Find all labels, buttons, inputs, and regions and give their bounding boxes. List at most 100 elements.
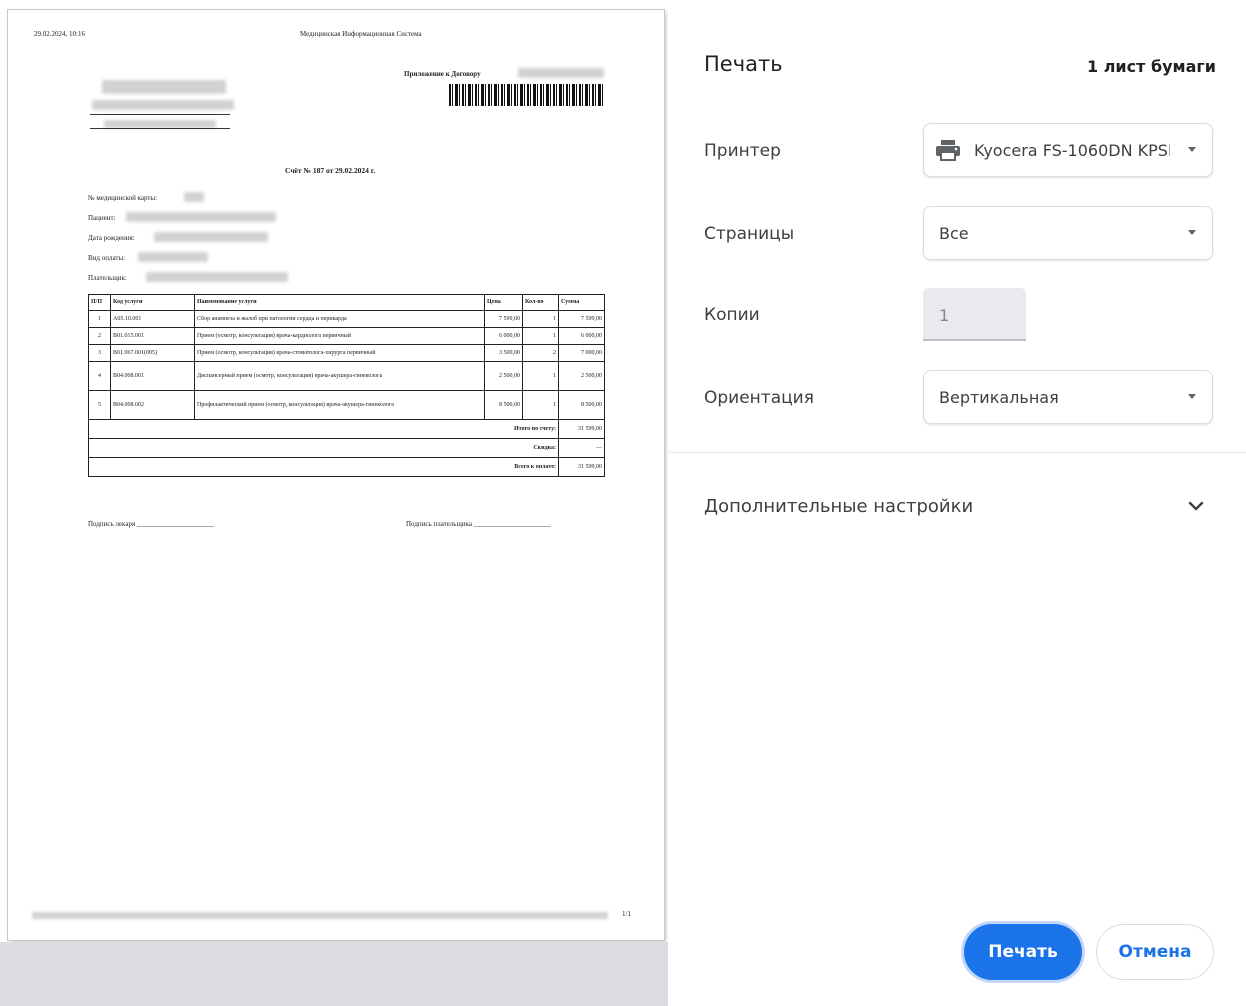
column-header: Код услуги (110, 294, 195, 311)
service-code: B04.008.002 (110, 390, 195, 420)
barcode-image (449, 84, 605, 106)
printer-label: Принтер (704, 141, 781, 161)
table-row: 4 B04.008.001 Диспансерный прием (осмотр… (88, 361, 605, 391)
printer-icon (934, 138, 962, 162)
total-label: Итого по счету: (88, 419, 559, 439)
service-quantity: 1 (522, 310, 559, 328)
orientation-select[interactable]: Вертикальная (923, 370, 1213, 424)
payable-value: 31 599,00 (558, 457, 605, 477)
orientation-value: Вертикальная (939, 387, 1059, 407)
page-header-system: Медицинская Информационная Система (300, 30, 422, 38)
discount-value: — (558, 438, 605, 458)
medical-card-label: № медицинской карты: (88, 194, 158, 202)
preview-page: 29.02.2024, 10:16 Медицинская Информацио… (8, 10, 664, 940)
service-price: 6 000,00 (484, 327, 523, 345)
doctor-signature-line: Подпись лекаря ______________________ (88, 520, 214, 528)
table-row: 1 A05.10.001 Сбор анамнеза и жалоб при п… (88, 310, 605, 328)
column-header: П/П (88, 294, 111, 311)
table-header-row: П/П Код услуги Наименование услуги Цена … (88, 294, 605, 311)
more-settings-toggle[interactable]: Дополнительные настройки (704, 496, 973, 517)
service-quantity: 1 (522, 327, 559, 345)
total-value: 31 599,00 (558, 419, 605, 439)
dialog-title: Печать (704, 52, 783, 76)
contract-number-redacted (518, 68, 604, 78)
payment-type-label: Вид оплаты: (88, 254, 126, 262)
cancel-button[interactable]: Отмена (1096, 924, 1214, 980)
service-code: A05.10.001 (110, 310, 195, 328)
row-number: 1 (88, 310, 111, 328)
service-sum: 2 500,00 (558, 361, 605, 391)
section-divider (668, 452, 1246, 453)
total-row: Итого по счету: 31 599,00 (88, 419, 605, 439)
row-number: 5 (88, 390, 111, 420)
birth-date-value-redacted (154, 232, 268, 242)
service-name: Диспансерный прием (осмотр, консультация… (194, 361, 485, 391)
organization-divider (90, 114, 230, 115)
service-price: 2 500,00 (484, 361, 523, 391)
sheet-count: 1 лист бумаги (1086, 57, 1216, 76)
table-row: 2 B01.015.001 Прием (осмотр, консультаци… (88, 327, 605, 345)
pages-select[interactable]: Все (923, 206, 1213, 260)
service-name: Сбор анамнеза и жалоб при патологии серд… (194, 310, 485, 328)
row-number: 3 (88, 344, 111, 362)
birth-date-label: Дата рождения: (88, 234, 135, 242)
service-name: Профилактический прием (осмотр, консульт… (194, 390, 485, 420)
column-header: Цена (484, 294, 523, 311)
patient-value-redacted (126, 212, 276, 222)
service-code: B01.067.001(005) (110, 344, 195, 362)
organization-address-redacted (92, 100, 234, 110)
column-header: Наименование услуги (194, 294, 485, 311)
service-price: 3 500,00 (484, 344, 523, 362)
payer-signature-line: Подпись плательщика ____________________… (406, 520, 551, 528)
service-sum: 7 000,00 (558, 344, 605, 362)
service-name: Прием (осмотр, консультация) врача-стома… (194, 344, 485, 362)
invoice-title: Счёт № 187 от 29.02.2024 г. (285, 166, 376, 175)
print-button[interactable]: Печать (964, 924, 1082, 980)
service-quantity: 2 (522, 344, 559, 362)
service-code: B01.015.001 (110, 327, 195, 345)
dropdown-arrow-icon (1188, 230, 1196, 235)
organization-name-redacted (102, 80, 226, 94)
column-header: Кол-во (522, 294, 559, 311)
table-row: 5 B04.008.002 Профилактический прием (ос… (88, 390, 605, 420)
pages-value: Все (939, 223, 969, 243)
dropdown-arrow-icon (1188, 147, 1196, 152)
organization-details-redacted (104, 120, 216, 128)
row-number: 4 (88, 361, 111, 391)
payer-label: Плательщик: (88, 274, 127, 282)
pages-label: Страницы (704, 224, 795, 244)
organization-divider (90, 128, 230, 129)
service-code: B04.008.001 (110, 361, 195, 391)
page-number: 1/1 (622, 910, 631, 918)
orientation-label: Ориентация (704, 388, 814, 408)
invoice-table: П/П Код услуги Наименование услуги Цена … (88, 294, 605, 477)
payment-type-value-redacted (138, 252, 208, 262)
service-quantity: 1 (522, 361, 559, 391)
service-sum: 7 599,00 (558, 310, 605, 328)
page-footer-url-redacted (32, 912, 608, 919)
service-sum: 8 500,00 (558, 390, 605, 420)
chevron-down-icon[interactable] (1184, 494, 1208, 518)
copies-input[interactable]: 1 (923, 288, 1026, 341)
row-number: 2 (88, 327, 111, 345)
discount-label: Скидка: (88, 438, 559, 458)
printer-value: Kyocera FS-1060DN KPSL (974, 140, 1170, 160)
medical-card-value-redacted (184, 192, 204, 202)
service-price: 7 599,00 (484, 310, 523, 328)
table-row: 3 B01.067.001(005) Прием (осмотр, консул… (88, 344, 605, 362)
printer-select[interactable]: Kyocera FS-1060DN KPSL (923, 123, 1213, 177)
discount-row: Скидка: — (88, 438, 605, 458)
contract-annex-label: Приложение к Договору (404, 70, 481, 78)
payer-value-redacted (146, 272, 288, 282)
payable-row: Всего к оплате: 31 599,00 (88, 457, 605, 477)
service-quantity: 1 (522, 390, 559, 420)
dropdown-arrow-icon (1188, 394, 1196, 399)
column-header: Сумма (558, 294, 605, 311)
patient-label: Пациент: (88, 214, 116, 222)
print-settings-panel: Печать 1 лист бумаги Принтер Kyocera FS-… (668, 0, 1246, 1006)
service-price: 8 500,00 (484, 390, 523, 420)
copies-label: Копии (704, 305, 760, 325)
preview-scroll-background (0, 942, 668, 1006)
payable-label: Всего к оплате: (88, 457, 559, 477)
service-name: Прием (осмотр, консультация) врача-карди… (194, 327, 485, 345)
